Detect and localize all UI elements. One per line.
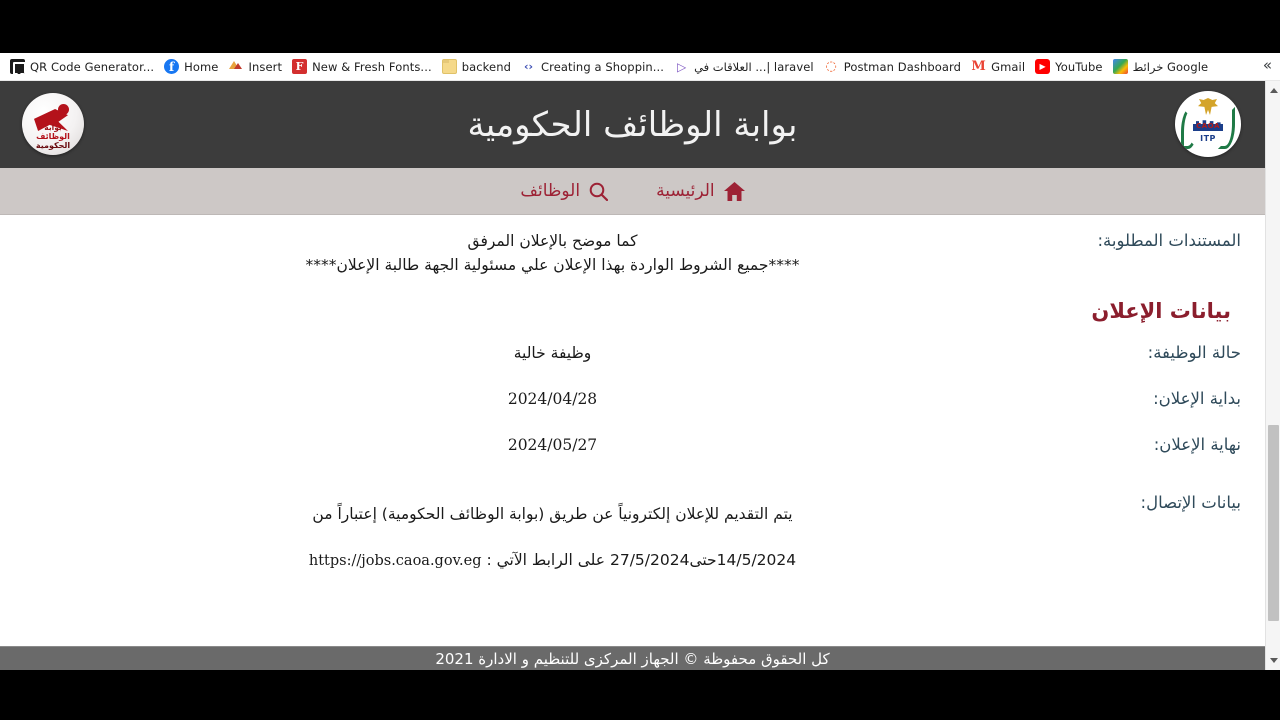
- value-required-documents: كما موضح بالإعلان المرفق ****جميع الشروط…: [24, 229, 1081, 277]
- eagle-icon: [1198, 98, 1218, 115]
- google-maps-icon: [1112, 59, 1128, 74]
- bookmark-label: backend: [461, 59, 511, 74]
- contact-line1: يتم التقديم للإعلان إلكترونياً عن طريق (…: [312, 505, 793, 523]
- site-nav: الرئيسية الوظائف: [0, 168, 1265, 215]
- nav-item-jobs[interactable]: الوظائف: [520, 181, 609, 201]
- bookmark-item[interactable]: M Gmail: [967, 57, 1031, 76]
- bookmark-item[interactable]: QR Code Generator...: [6, 57, 160, 76]
- value-announcement-end: 2024/05/27: [507, 436, 598, 454]
- site-footer: كل الحقوق محفوظة © الجهاز المركزى للتنظي…: [0, 646, 1265, 670]
- logo-figure-head: [58, 104, 69, 115]
- site-header: بوابة الوظائف الحكومية بوابة الوظائف الح…: [0, 81, 1265, 168]
- contact-line2-prefix: 14/5/2024حتى27/5/2024 على الرابط الآتي :: [481, 551, 797, 569]
- nav-item-jobs-label: الوظائف: [520, 181, 581, 201]
- bookmark-label: Home: [184, 59, 219, 74]
- bookmark-label: Creating a Shoppin...: [541, 59, 665, 74]
- phpmyadmin-icon: [228, 59, 244, 74]
- announcement-details: المستندات المطلوبة: كما موضح بالإعلان ال…: [0, 215, 1265, 670]
- bookmark-item[interactable]: ▷ العلاقات في ...| laravel: [670, 57, 820, 76]
- bookmark-item[interactable]: backend: [438, 57, 517, 76]
- logo-left-line2: الوظائف: [36, 132, 70, 141]
- row-announcement-start: بداية الإعلان: 2024/04/28: [24, 387, 1241, 411]
- caoa-label: CAOA: [1196, 122, 1220, 130]
- label-contact-data: بيانات الإتصال:: [1140, 493, 1241, 512]
- bookmark-item[interactable]: ▶ YouTube: [1031, 57, 1108, 76]
- bookmark-label: Insert: [248, 59, 283, 74]
- code-icon: ‹›: [521, 59, 536, 74]
- row-job-status: حالة الوظيفة: وظيفة خالية: [24, 341, 1241, 365]
- nav-item-home[interactable]: الرئيسية: [656, 181, 745, 201]
- facebook-icon: f: [164, 59, 180, 74]
- logo-left-line1: بوابة: [44, 123, 62, 132]
- bookmark-label: Postman Dashboard: [843, 59, 962, 74]
- fontspace-icon: F: [292, 59, 308, 74]
- required-documents-line2: ****جميع الشروط الواردة بهذا الإعلان علي…: [305, 256, 800, 274]
- value-job-status: وظيفة خالية: [513, 344, 592, 362]
- section-heading-announcement-data: بيانات الإعلان: [1091, 299, 1231, 323]
- bookmark-label: خرائط Google: [1132, 59, 1209, 74]
- label-announcement-end: نهاية الإعلان:: [1153, 435, 1241, 454]
- logo-left-line3: الحكومية: [35, 141, 71, 150]
- bookmark-label: New & Fresh Fonts...: [312, 59, 432, 74]
- play-icon: ▷: [674, 59, 690, 74]
- youtube-icon: ▶: [1035, 59, 1051, 74]
- label-job-status: حالة الوظيفة:: [1147, 343, 1241, 362]
- bookmarks-bar: QR Code Generator... f Home Insert F New & Fr…: [0, 53, 1280, 81]
- bookmark-item[interactable]: Insert: [224, 57, 288, 76]
- itp-label: ITP: [1200, 134, 1216, 143]
- bookmark-item[interactable]: ‹› Creating a Shoppin...: [517, 57, 670, 76]
- row-required-documents: المستندات المطلوبة: كما موضح بالإعلان ال…: [24, 229, 1241, 277]
- required-documents-line1: كما موضح بالإعلان المرفق: [467, 232, 638, 250]
- row-contact-data: بيانات الإتصال: يتم التقديم للإعلان إلكت…: [24, 491, 1241, 584]
- logo-left-text: بوابة الوظائف الحكومية: [22, 123, 84, 150]
- bookmark-item[interactable]: خرائط Google: [1109, 57, 1215, 76]
- scroll-down-arrow-icon[interactable]: [1266, 653, 1280, 668]
- contact-line2: 14/5/2024حتى27/5/2024 على الرابط الآتي :…: [24, 537, 1081, 584]
- label-announcement-start: بداية الإعلان:: [1153, 389, 1241, 408]
- scrollbar-thumb[interactable]: [1268, 425, 1279, 621]
- application-url[interactable]: https://jobs.caoa.gov.eg: [309, 553, 482, 569]
- folder-icon: [441, 59, 457, 74]
- row-announcement-end: نهاية الإعلان: 2024/05/27: [24, 433, 1241, 457]
- bookmark-label: العلاقات في ...| laravel: [694, 59, 814, 74]
- scroll-up-arrow-icon[interactable]: [1266, 83, 1280, 98]
- browser-chrome-bottom: [0, 670, 1280, 720]
- search-icon: [589, 182, 609, 201]
- bookmark-label: Gmail: [991, 59, 1026, 74]
- page-title: بوابة الوظائف الحكومية: [467, 104, 798, 145]
- caoa-emblem-logo[interactable]: CAOA ITP: [1175, 91, 1241, 157]
- nav-item-home-label: الرئيسية: [656, 181, 715, 201]
- bookmark-item[interactable]: ◌ Postman Dashboard: [820, 57, 967, 76]
- label-required-documents: المستندات المطلوبة:: [1097, 231, 1241, 250]
- government-jobs-portal-logo[interactable]: بوابة الوظائف الحكومية: [22, 93, 84, 155]
- page-scrollbar[interactable]: [1265, 81, 1280, 670]
- postman-icon: ◌: [823, 59, 839, 74]
- page-viewport: بوابة الوظائف الحكومية بوابة الوظائف الح…: [0, 81, 1265, 670]
- bookmark-label: QR Code Generator...: [30, 59, 155, 74]
- bookmarks-overflow-icon[interactable]: »: [1263, 58, 1272, 73]
- gmail-icon: M: [971, 59, 987, 74]
- bookmark-item[interactable]: F New & Fresh Fonts...: [288, 57, 438, 76]
- value-announcement-start: 2024/04/28: [507, 390, 598, 408]
- qr-code-icon: [10, 59, 25, 74]
- bookmark-item[interactable]: f Home: [160, 57, 224, 76]
- browser-chrome-top: [0, 0, 1280, 53]
- bookmark-label: YouTube: [1055, 59, 1103, 74]
- home-icon: [723, 181, 745, 201]
- value-contact-data: يتم التقديم للإعلان إلكترونياً عن طريق (…: [24, 491, 1081, 584]
- screen: QR Code Generator... f Home Insert F New & Fr…: [0, 0, 1280, 720]
